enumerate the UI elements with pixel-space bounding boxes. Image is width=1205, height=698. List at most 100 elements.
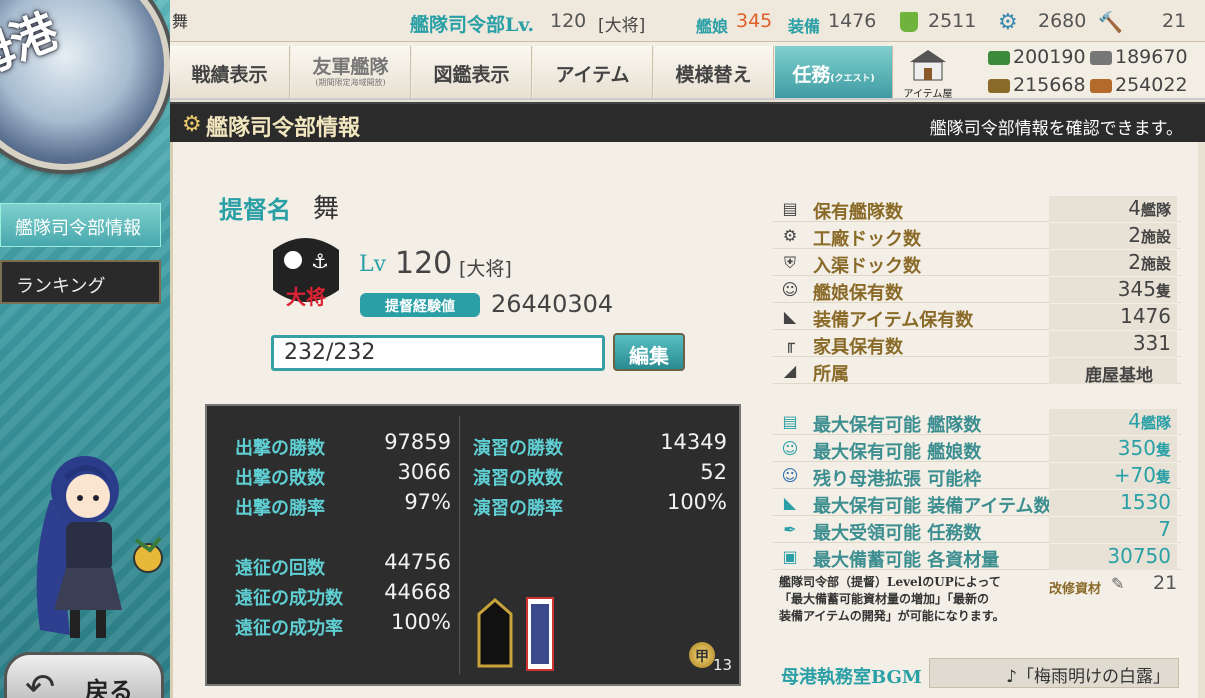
item-shop-icon (910, 50, 946, 81)
devmat-icon: ⚙ (998, 10, 1018, 35)
limit-value-box: 30750 (1049, 544, 1177, 570)
limit-label: 最大保有可能 艦隊数 (813, 415, 982, 436)
limit-value: 4艦隊 (1128, 409, 1171, 433)
bgm-selector[interactable]: ♪「梅雨明けの白露」 (929, 658, 1179, 688)
gear-icon: ⚙ (782, 226, 798, 245)
equipment-icon: ◣ (783, 493, 797, 512)
furniture-icon: ╓ (785, 334, 795, 353)
battle-record: 出撃の勝数 97859 出撃の敗数 3066 出撃の勝率 97% 演習の勝数 1… (205, 404, 741, 686)
bgm-label: 母港執務室BGM (781, 667, 922, 688)
steel-icon (1090, 50, 1112, 65)
info-label: 工廠ドック数 (813, 229, 921, 250)
info-row-base: ◢ 所属 鹿屋基地 (773, 358, 1181, 386)
nav-quest-sub: (クエスト) (830, 74, 875, 84)
level-up-note: 艦隊司令部（提督）LevelのUPによって 「最大備蓄可能資材量の増加」「最新の… (779, 574, 1079, 625)
info-label: 家具保有数 (813, 337, 903, 358)
item-shop-button[interactable]: アイテム屋 (900, 46, 956, 100)
limit-row-ships: ☺ 最大保有可能 艦娘数 350隻 (773, 436, 1181, 463)
section-title: 艦隊司令部情報 (206, 115, 361, 141)
sidebar-item-hq-info[interactable]: 艦隊司令部情報 (0, 203, 161, 247)
limit-label: 最大受領可能 任務数 (813, 523, 982, 544)
info-value-box: 1476 (1049, 304, 1177, 330)
storage-icon: ▣ (782, 547, 798, 566)
info-row-furniture: ╓ 家具保有数 331 (773, 331, 1181, 358)
bgm-value: ♪「梅雨明けの白露」 (1006, 667, 1170, 687)
bucket-count: 2511 (928, 10, 977, 32)
admiral-name-top: 舞 (172, 12, 189, 31)
ships-unit: 隻 (1155, 282, 1171, 300)
nav-items-label: アイテム (555, 64, 630, 86)
sortie-losses-value: 3066 (397, 460, 451, 484)
nav-quest[interactable]: 任務(クエスト) (775, 46, 893, 98)
info-value-box: 2施設 (1049, 223, 1177, 249)
improvement-material-value: 21 (1153, 572, 1178, 594)
nav-quest-label: 任務 (792, 64, 831, 86)
info-value-box: 2施設 (1049, 250, 1177, 276)
info-label: 所属 (813, 364, 849, 385)
bucket-icon (900, 12, 918, 32)
comment-input[interactable]: 232/232 (271, 335, 605, 371)
fuel-resource: 200190 (988, 46, 1086, 68)
expedition-success-label: 遠征の成功数 (235, 588, 343, 609)
hq-info-panel: 提督名 舞 ⚓ 大将 Lv 120 [大将] 提督経験値 26440304 23… (170, 142, 1198, 698)
limit-label: 最大備蓄可能 各資材量 (813, 550, 1000, 571)
max-equipment-value: 1530 (1120, 490, 1171, 514)
fuel-value: 200190 (1013, 46, 1086, 68)
ammo-value: 215668 (1013, 74, 1086, 96)
info-label: 保有艦隊数 (813, 202, 903, 223)
max-ships-value: 350 (1117, 436, 1156, 460)
info-value: 2施設 (1128, 223, 1171, 247)
home-port-label: 母港 (0, 4, 64, 88)
home-port-button[interactable]: 母港 (0, 0, 170, 170)
sortie-rate-label: 出撃の勝率 (235, 498, 325, 519)
section-description: 艦隊司令部情報を確認できます。 (929, 119, 1183, 139)
limit-value-box: 1530 (1049, 490, 1177, 516)
nav-items[interactable]: アイテム (533, 46, 653, 98)
max-quests-value: 7 (1158, 517, 1171, 541)
hq-level-label: 艦隊司令部Lv. (410, 14, 535, 36)
nav-friend-fleet[interactable]: 友軍艦隊 (期間限定海域開放) (291, 46, 411, 98)
limit-value-box: +70隻 (1049, 463, 1177, 489)
limit-value: +70隻 (1114, 463, 1171, 487)
shipgirl-icon: ☺ (781, 439, 799, 458)
nav-album[interactable]: 図鑑表示 (412, 46, 532, 98)
max-resources-value: 30750 (1107, 544, 1171, 568)
equipment-count: 1476 (828, 10, 877, 32)
shipgirl-avatar (36, 456, 163, 638)
improvement-material-label: 改修資材 (1049, 582, 1102, 597)
hq-level-value: 120 (550, 10, 587, 32)
note-line-3: 装備アイテムの開発」が可能になります。 (779, 609, 1005, 623)
info-value-box: 4艦隊 (1049, 196, 1177, 222)
sortie-rate-value: 97% (404, 490, 451, 514)
info-label: 装備アイテム保有数 (813, 310, 974, 331)
limit-row-resources: ▣ 最大備蓄可能 各資材量 30750 (773, 544, 1181, 571)
bauxite-resource: 254022 (1090, 74, 1188, 96)
level-label: Lv (359, 252, 387, 277)
info-value-box: 345隻 (1049, 277, 1177, 303)
sidebar-item-ranking[interactable]: ランキング (0, 260, 161, 304)
nav-interior[interactable]: 模様替え (654, 46, 774, 98)
sortie-losses-label: 出撃の敗数 (235, 468, 325, 489)
max-fleets-value: 4 (1128, 409, 1141, 433)
expansion-value: +70 (1113, 463, 1156, 487)
back-button[interactable]: ↶ 戻る (4, 652, 164, 698)
exercise-losses-label: 演習の敗数 (473, 468, 563, 489)
back-arrow-icon: ↶ (25, 667, 56, 698)
improvement-material-icon: ✎ (1111, 574, 1125, 593)
ships-value: 345 (1117, 277, 1156, 301)
port-expansion-icon: ☺ (781, 466, 799, 485)
steel-value: 189670 (1115, 46, 1188, 68)
note-line-1: 艦隊司令部（提督）LevelのUPによって (779, 575, 1001, 589)
medals (477, 597, 554, 671)
screw-icon: 🔨 (1098, 10, 1123, 34)
edit-button[interactable]: 編集 (613, 333, 685, 371)
gear-icon: ⚙ (182, 112, 202, 137)
exp-value: 26440304 (491, 290, 614, 318)
nav-record[interactable]: 戦績表示 (170, 46, 290, 98)
max-fleets-unit: 艦隊 (1140, 414, 1171, 432)
kou-medal-icon: 甲 (689, 642, 715, 668)
section-header: ⚙ 艦隊司令部情報 艦隊司令部情報を確認できます。 (170, 102, 1205, 142)
ships-count: 345 (736, 10, 773, 32)
screw-count: 21 (1162, 10, 1187, 32)
sortie-wins-label: 出撃の勝数 (235, 438, 325, 459)
